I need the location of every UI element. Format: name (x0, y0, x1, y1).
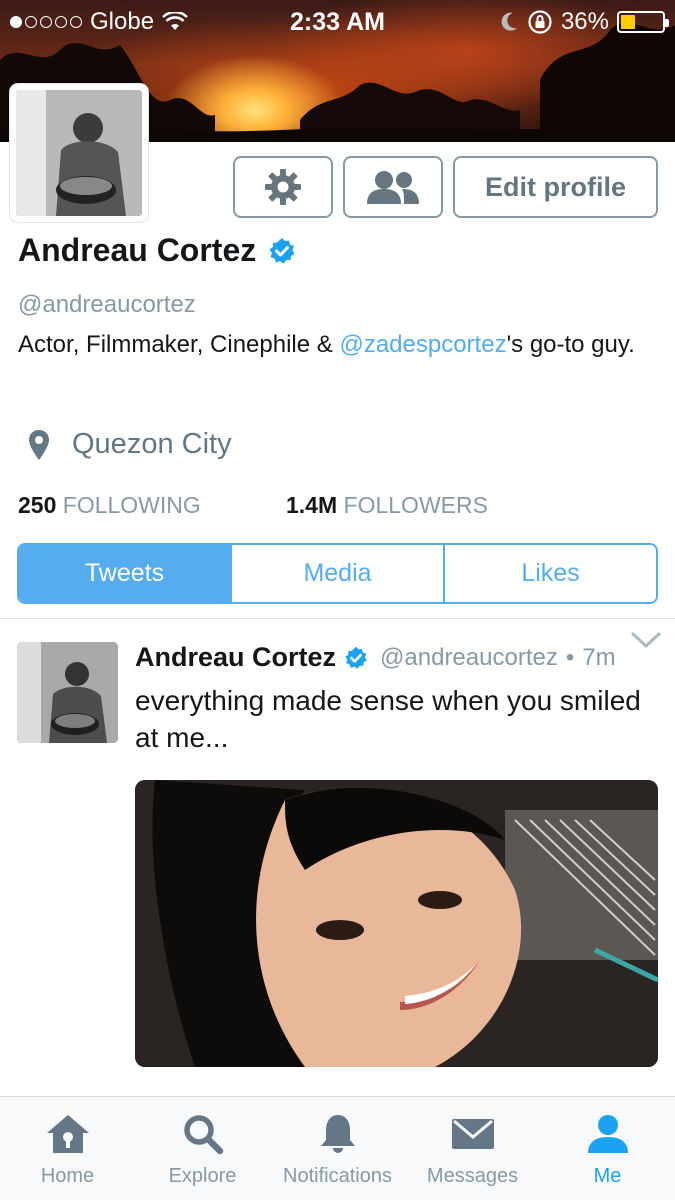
tweet-text: everything made sense when you smiled at… (135, 685, 641, 753)
tabbar-notifications-label: Notifications (283, 1165, 392, 1187)
person-icon (587, 1115, 628, 1153)
location-pin-icon (29, 429, 49, 460)
tweet-header: Andreau Cortez @andreaucortez • 7m (135, 642, 616, 673)
tweet-avatar[interactable] (17, 642, 118, 743)
battery-percentage: 36% (560, 8, 609, 35)
timeline-divider (0, 618, 675, 619)
bio-text: Actor, Filmmaker, Cinephile & (18, 331, 340, 358)
rotation-lock-icon (528, 10, 552, 34)
tweet-timestamp: 7m (582, 643, 616, 671)
tabbar-home[interactable]: Home (0, 1097, 135, 1200)
tabbar-home-label: Home (40, 1165, 95, 1187)
bio-text-end: 's go-to guy. (506, 331, 635, 358)
profile-tabs: Tweets Media Likes (17, 543, 658, 604)
followers-count[interactable]: 1.4M FOLLOWERS (286, 492, 488, 519)
verified-badge-icon (269, 237, 295, 263)
avatar-photo-shapes (16, 90, 142, 216)
tweet-photo-shapes (135, 780, 658, 1067)
tabbar-explore[interactable]: Explore (135, 1097, 270, 1200)
tab-tweets[interactable]: Tweets (19, 545, 230, 602)
profile-name: Andreau Cortez (18, 232, 257, 268)
tab-likes[interactable]: Likes (443, 545, 656, 602)
tweet-separator: • (565, 643, 575, 671)
envelope-icon (451, 1119, 494, 1149)
battery-icon (617, 11, 669, 33)
tabbar-explore-label: Explore (168, 1165, 237, 1187)
tabbar-me-label: Me (593, 1165, 622, 1187)
profile-handle: @andreaucortez (18, 291, 196, 318)
profile-avatar[interactable] (10, 84, 148, 222)
profile-actions: Edit profile (233, 156, 658, 218)
followers-label: FOLLOWERS (343, 492, 488, 518)
edit-profile-button[interactable]: Edit profile (453, 156, 658, 218)
bio-mention-link[interactable]: @zadespcortez (339, 331, 506, 358)
location-text: Quezon City (72, 428, 232, 460)
tweet-avatar-image (17, 642, 118, 743)
search-icon (183, 1115, 223, 1155)
tab-media[interactable]: Media (230, 545, 443, 602)
tabbar-messages[interactable]: Messages (405, 1097, 540, 1200)
following-label: FOLLOWING (62, 492, 201, 518)
battery-level-fill (621, 15, 636, 29)
following-count[interactable]: 250 FOLLOWING (18, 492, 286, 519)
bottom-tab-bar: Home Explore Notifications Messages Me (0, 1096, 675, 1200)
profile-name-row: Andreau Cortez (18, 232, 296, 269)
profile-bio: Actor, Filmmaker, Cinephile & @zadespcor… (18, 328, 658, 362)
people-icon (367, 171, 419, 204)
tabbar-messages-label: Messages (426, 1165, 519, 1187)
profile-avatar-image (16, 90, 142, 216)
bell-icon (320, 1115, 355, 1153)
tweet-media-image[interactable] (135, 780, 658, 1067)
settings-button[interactable] (233, 156, 333, 218)
chevron-down-icon[interactable] (631, 632, 661, 650)
tweet-author-handle: @andreaucortez (380, 643, 558, 671)
follow-counts: 250 FOLLOWING 1.4M FOLLOWERS (18, 492, 488, 519)
tweet-author-name[interactable]: Andreau Cortez (135, 642, 336, 673)
tabbar-notifications[interactable]: Notifications (270, 1097, 405, 1200)
profile-location: Quezon City (28, 428, 232, 461)
tabbar-me[interactable]: Me (540, 1097, 675, 1200)
following-number: 250 (18, 492, 57, 518)
status-bar: Globe 2:33 AM 36% (0, 0, 675, 44)
do-not-disturb-moon-icon (501, 12, 517, 31)
home-icon (46, 1115, 89, 1153)
gear-icon (265, 169, 301, 205)
followers-button[interactable] (343, 156, 443, 218)
followers-number: 1.4M (286, 492, 338, 518)
verified-badge-icon (345, 646, 367, 669)
